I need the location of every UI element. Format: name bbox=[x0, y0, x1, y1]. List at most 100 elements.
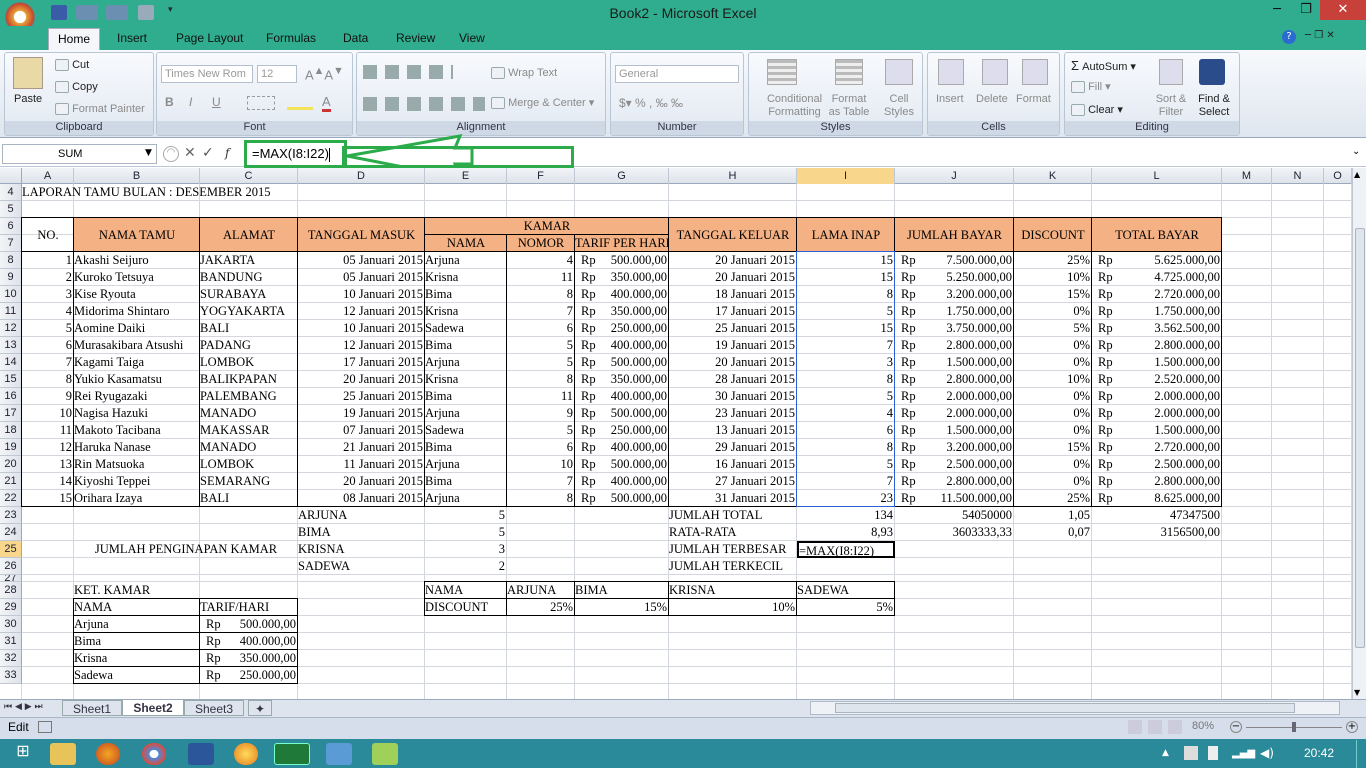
font-color-icon[interactable]: A bbox=[322, 94, 331, 112]
grow-font-icon[interactable]: A▲A▼ bbox=[305, 65, 344, 82]
cell-total-bayar[interactable]: 2.520.000,00 bbox=[1092, 371, 1222, 388]
help-icon[interactable]: ? bbox=[1282, 30, 1296, 44]
action-center-icon[interactable] bbox=[1184, 746, 1198, 760]
cell-nama-tamu[interactable]: Makoto Tacibana bbox=[74, 422, 200, 439]
font-size-combo[interactable]: 12 bbox=[257, 65, 297, 83]
total-discount[interactable]: 1,05 bbox=[1014, 507, 1092, 524]
cell-discount[interactable]: 10% bbox=[1014, 371, 1092, 388]
cell-tanggal-masuk[interactable]: 19 Januari 2015 bbox=[298, 405, 425, 422]
disc-room-value[interactable]: 5% bbox=[797, 599, 895, 616]
cell-tarif[interactable]: 250.000,00 bbox=[575, 422, 669, 439]
cell-discount[interactable]: 0% bbox=[1014, 456, 1092, 473]
room-count-name[interactable]: KRISNA bbox=[298, 541, 425, 558]
cell-tarif[interactable]: 350.000,00 bbox=[575, 269, 669, 286]
cell-alamat[interactable]: MANADO bbox=[200, 439, 298, 456]
column-header-l[interactable]: L bbox=[1092, 168, 1222, 184]
cell-jumlah-bayar[interactable]: 2.000.000,00 bbox=[895, 405, 1014, 422]
cell-alamat[interactable]: JAKARTA bbox=[200, 252, 298, 269]
ket-kamar-title[interactable]: KET. KAMAR bbox=[74, 582, 200, 599]
cell-alamat[interactable]: PADANG bbox=[200, 337, 298, 354]
cell-tanggal-masuk[interactable]: 11 Januari 2015 bbox=[298, 456, 425, 473]
close-button[interactable]: ✕ bbox=[1320, 0, 1366, 20]
avg-total-bayar[interactable]: 3156500,00 bbox=[1092, 524, 1222, 541]
cell-jumlah-bayar[interactable]: 1.500.000,00 bbox=[895, 354, 1014, 371]
row-header[interactable]: 28 bbox=[0, 582, 22, 599]
tab-home[interactable]: Home bbox=[48, 28, 100, 51]
disc-room-value[interactable]: 25% bbox=[507, 599, 575, 616]
cell-kamar-nama[interactable]: Bima bbox=[425, 388, 507, 405]
cell-discount[interactable]: 10% bbox=[1014, 269, 1092, 286]
vertical-scroll-thumb[interactable] bbox=[1355, 228, 1365, 648]
insert-cells-button[interactable]: Insert bbox=[936, 93, 964, 105]
show-desktop-button[interactable] bbox=[1356, 740, 1366, 768]
tab-insert[interactable]: Insert bbox=[117, 31, 147, 45]
cell-jumlah-bayar[interactable]: 2.500.000,00 bbox=[895, 456, 1014, 473]
borders-icon[interactable] bbox=[247, 96, 275, 110]
cell-tarif[interactable]: 500.000,00 bbox=[575, 456, 669, 473]
scroll-down-icon[interactable]: ▼ bbox=[1354, 688, 1360, 697]
cell-alamat[interactable]: BALI bbox=[200, 320, 298, 337]
column-header-n[interactable]: N bbox=[1272, 168, 1324, 184]
cell-total-bayar[interactable]: 2.500.000,00 bbox=[1092, 456, 1222, 473]
cell-nomor[interactable]: 8 bbox=[507, 490, 575, 507]
find-select-button[interactable]: Find & Select bbox=[1193, 93, 1235, 119]
column-header-a[interactable]: A bbox=[22, 168, 74, 184]
ket-room-tarif[interactable]: 350.000,00 bbox=[200, 650, 298, 667]
cell-nomor[interactable]: 7 bbox=[507, 473, 575, 490]
select-all-corner[interactable] bbox=[0, 168, 22, 184]
header-discount[interactable]: DISCOUNT bbox=[1014, 218, 1092, 252]
cell-no[interactable]: 10 bbox=[22, 405, 74, 422]
network-app-icon[interactable] bbox=[372, 743, 398, 765]
row-header[interactable]: 29 bbox=[0, 599, 22, 616]
sheet-tab-2[interactable]: Sheet2 bbox=[122, 700, 184, 716]
cell-nomor[interactable]: 8 bbox=[507, 371, 575, 388]
expand-formula-bar-icon[interactable]: ⌄ bbox=[1352, 146, 1360, 157]
cell-total-bayar[interactable]: 3.562.500,00 bbox=[1092, 320, 1222, 337]
format-painter-button[interactable]: Format Painter bbox=[55, 103, 145, 116]
cell-tarif[interactable]: 500.000,00 bbox=[575, 354, 669, 371]
zoom-slider[interactable]: − + bbox=[1230, 721, 1358, 733]
cancel-icon[interactable]: ✕ bbox=[184, 145, 196, 161]
room-count-name[interactable]: BIMA bbox=[298, 524, 425, 541]
number-format-combo[interactable]: General bbox=[615, 65, 739, 83]
formula-input[interactable]: =MAX(I8:I22) bbox=[244, 140, 347, 168]
row-header[interactable]: 26 bbox=[0, 558, 22, 575]
formula-dropdown-icon[interactable]: ◠ bbox=[163, 146, 179, 162]
row-header[interactable]: 6 bbox=[0, 218, 22, 235]
cell-total-bayar[interactable]: 8.625.000,00 bbox=[1092, 490, 1222, 507]
column-header-g[interactable]: G bbox=[575, 168, 669, 184]
summary-label[interactable]: JUMLAH PENGINAPAN KAMAR bbox=[74, 532, 298, 566]
cell-nama-tamu[interactable]: Kise Ryouta bbox=[74, 286, 200, 303]
cell-nomor[interactable]: 10 bbox=[507, 456, 575, 473]
room-count-name[interactable]: ARJUNA bbox=[298, 507, 425, 524]
header-no[interactable]: NO. bbox=[22, 218, 74, 252]
cell-nomor[interactable]: 5 bbox=[507, 337, 575, 354]
label-jumlah-terbesar[interactable]: JUMLAH TERBESAR bbox=[669, 541, 797, 558]
clear-button[interactable]: Clear ▾ bbox=[1071, 103, 1123, 117]
cell-alamat[interactable]: LOMBOK bbox=[200, 456, 298, 473]
volume-icon[interactable]: ◀) bbox=[1260, 746, 1274, 760]
fill-button[interactable]: Fill ▾ bbox=[1071, 80, 1111, 94]
cell-tanggal-keluar[interactable]: 20 Januari 2015 bbox=[669, 252, 797, 269]
row-header[interactable]: 5 bbox=[0, 201, 22, 218]
row-header[interactable]: 7 bbox=[0, 235, 22, 252]
cell-jumlah-bayar[interactable]: 11.500.000,00 bbox=[895, 490, 1014, 507]
row-header[interactable]: 31 bbox=[0, 633, 22, 650]
header-total-bayar[interactable]: TOTAL BAYAR bbox=[1092, 218, 1222, 252]
zoom-in-icon[interactable]: + bbox=[1346, 721, 1358, 733]
row-header[interactable]: 16 bbox=[0, 388, 22, 405]
column-header-b[interactable]: B bbox=[74, 168, 200, 184]
zoom-level[interactable]: 80% bbox=[1192, 720, 1214, 732]
cell-jumlah-bayar[interactable]: 5.250.000,00 bbox=[895, 269, 1014, 286]
cell-nomor[interactable]: 6 bbox=[507, 320, 575, 337]
merge-center-button[interactable]: Merge & Center ▾ bbox=[491, 96, 594, 110]
cell-discount[interactable]: 15% bbox=[1014, 286, 1092, 303]
cell-nomor[interactable]: 9 bbox=[507, 405, 575, 422]
cell-tanggal-keluar[interactable]: 16 Januari 2015 bbox=[669, 456, 797, 473]
column-header-o[interactable]: O bbox=[1324, 168, 1352, 184]
row-header[interactable]: 33 bbox=[0, 667, 22, 684]
cut-button[interactable]: Cut bbox=[55, 59, 89, 72]
cell-nomor[interactable]: 6 bbox=[507, 439, 575, 456]
cell-discount[interactable]: 0% bbox=[1014, 337, 1092, 354]
cell-total-bayar[interactable]: 1.750.000,00 bbox=[1092, 303, 1222, 320]
